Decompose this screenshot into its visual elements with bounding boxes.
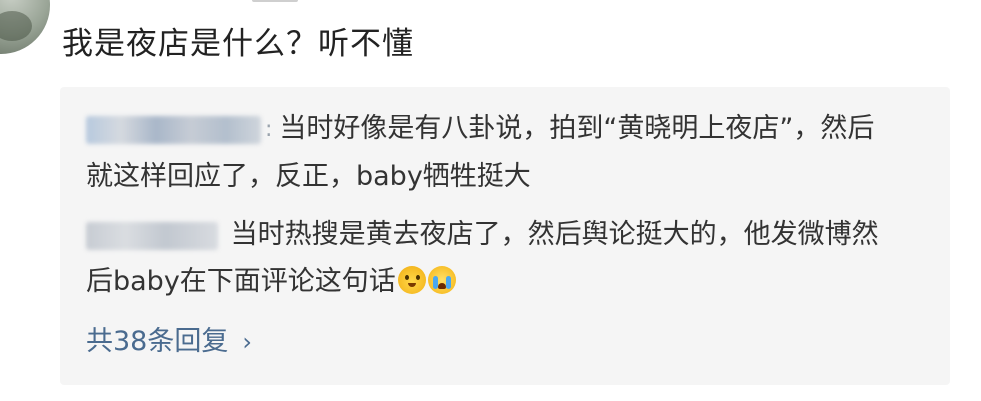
reply-username-blurred[interactable] — [86, 115, 261, 144]
more-replies-label: 共38条回复 — [86, 326, 229, 357]
reply-username-tail: : — [265, 117, 280, 142]
crying-emoji-icon — [427, 266, 456, 294]
comment-text: 我是夜店是什么？听不懂 — [62, 26, 414, 62]
avatar[interactable] — [0, 0, 50, 54]
chevron-right-icon: › — [242, 328, 252, 356]
grinning-sweat-emoji-icon — [397, 266, 426, 294]
view-more-replies-link[interactable]: 共38条回复 › — [86, 319, 252, 358]
username-fragment — [252, 0, 298, 2]
replies-panel: : 当时好像是有八卦说，拍到“黄晓明上夜店”，然后就这样回应了，反正，baby牺… — [60, 87, 950, 385]
reply-username-blurred[interactable] — [86, 221, 218, 250]
reply-item[interactable]: : 当时好像是有八卦说，拍到“黄晓明上夜店”，然后就这样回应了，反正，baby牺… — [86, 105, 886, 200]
reply-item[interactable]: 当时热搜是黄去夜店了，然后舆论挺大的，他发微博然后baby在下面评论这句话 — [86, 211, 886, 305]
